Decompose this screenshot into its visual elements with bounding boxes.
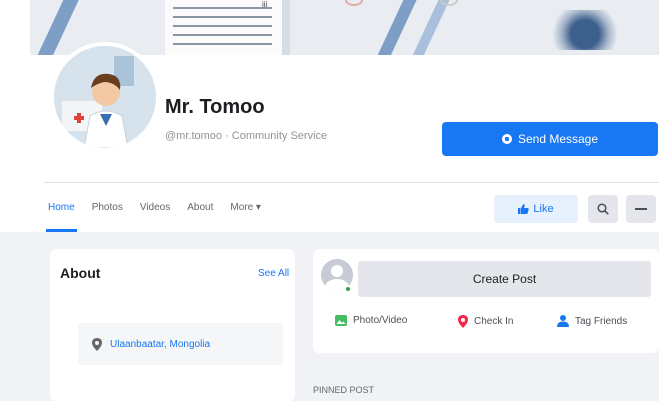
more-dots-icon (635, 208, 647, 210)
send-message-label: Send Message (517, 132, 599, 146)
tag-friends-icon (557, 315, 569, 327)
profile-avatar[interactable] (50, 42, 160, 152)
header-divider (44, 182, 659, 183)
location-label: Ulaanbaatar, Mongolia (110, 338, 211, 350)
page-handle: @mr.tomoo · Community Service (165, 130, 328, 142)
messenger-icon (501, 134, 512, 144)
doctor-avatar-icon (54, 46, 156, 148)
check-in-button[interactable]: Check In (458, 315, 513, 328)
cover-paper (165, 0, 290, 55)
like-label: Like (533, 203, 554, 215)
cover-stripe (408, 0, 452, 55)
tab-videos[interactable]: Videos (140, 196, 170, 232)
cover-stripe (373, 0, 419, 55)
page-tabs: Home Photos Videos About More ▾ (46, 196, 278, 232)
photo-video-button[interactable]: Photo/Video (335, 315, 407, 326)
search-icon (597, 203, 609, 215)
page-name: Mr. Tomoo (165, 96, 265, 118)
tag-friends-label: Tag Friends (575, 315, 628, 327)
location-item[interactable]: Ulaanbaatar, Mongolia (78, 323, 283, 365)
profile-header: iii Mr. Tomoo @mr.tomoo · Community Serv… (0, 0, 659, 232)
search-button[interactable] (588, 195, 618, 223)
thumbs-up-icon (518, 204, 530, 214)
see-all-link[interactable]: See All (258, 268, 289, 279)
tab-about[interactable]: About (187, 196, 213, 232)
create-post-button[interactable]: Create Post (358, 261, 651, 297)
cover-splash (545, 10, 625, 50)
more-options-button[interactable] (626, 195, 656, 223)
check-in-pin-icon (458, 315, 468, 328)
send-message-button[interactable]: Send Message (442, 122, 658, 156)
online-status-icon (344, 285, 352, 293)
tab-more[interactable]: More ▾ (230, 196, 261, 232)
location-pin-icon (92, 337, 102, 351)
like-button[interactable]: Like (494, 195, 578, 223)
tab-photos[interactable]: Photos (92, 196, 123, 232)
tab-home[interactable]: Home (46, 196, 77, 232)
photo-icon (335, 315, 347, 326)
top-fragment-text: iii (262, 0, 268, 9)
tag-friends-button[interactable]: Tag Friends (557, 315, 627, 327)
photo-video-label: Photo/Video (353, 315, 408, 326)
about-title: About (60, 265, 101, 281)
create-post-card: Create Post Photo/Video Check In Tag Fri… (313, 249, 659, 353)
pinned-post-label: PINNED POST (313, 385, 375, 395)
check-in-label: Check In (474, 316, 514, 327)
